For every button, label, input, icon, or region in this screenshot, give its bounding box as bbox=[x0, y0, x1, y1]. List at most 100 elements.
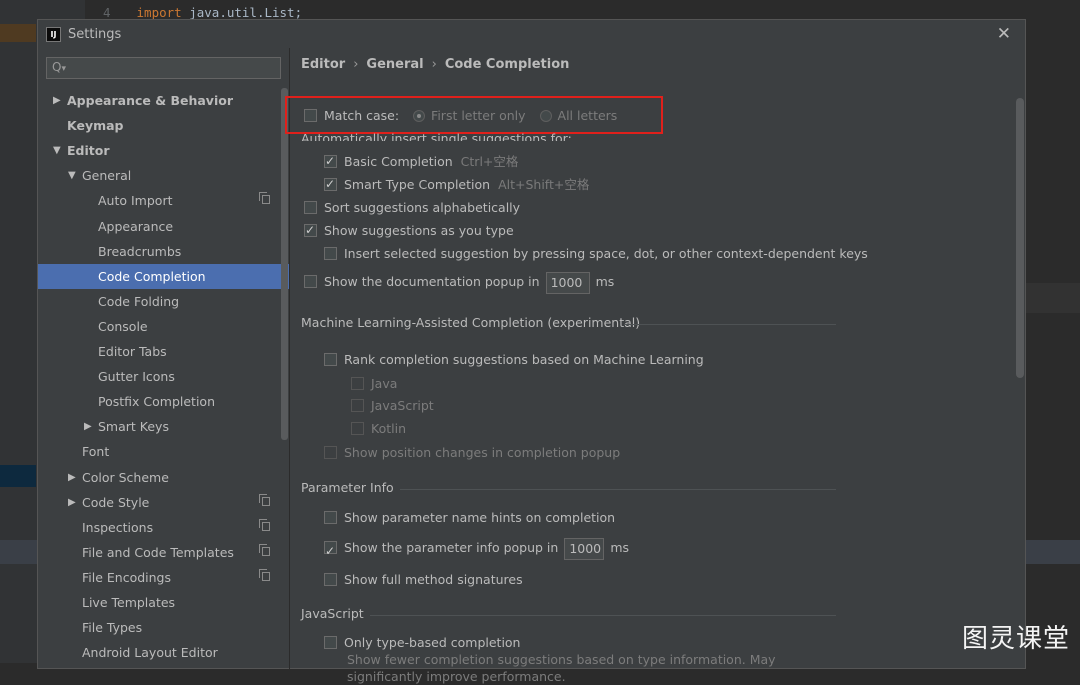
param-popup-checkbox[interactable] bbox=[324, 539, 337, 563]
tree-item-color-scheme[interactable]: ▶ Color Scheme bbox=[38, 465, 289, 490]
tree-item-keymap[interactable]: Keymap bbox=[38, 113, 289, 138]
tree-item-inspections[interactable]: Inspections bbox=[38, 515, 289, 540]
tree-item-general[interactable]: ▼ General bbox=[38, 163, 289, 188]
show-as-you-type-checkbox[interactable] bbox=[304, 222, 317, 239]
close-icon[interactable]: ✕ bbox=[997, 24, 1011, 44]
tree-item-breadcrumbs[interactable]: Breadcrumbs bbox=[38, 239, 289, 264]
tree-item-android-layout-editor[interactable]: Android Layout Editor bbox=[38, 640, 289, 665]
ml-java-label: Java bbox=[371, 376, 398, 391]
tree-item-label: Inspections bbox=[82, 519, 154, 535]
tree-item-editor-tabs[interactable]: Editor Tabs bbox=[38, 339, 289, 364]
expand-right-icon[interactable]: ▶ bbox=[53, 88, 61, 113]
ml-java-checkbox[interactable] bbox=[351, 377, 364, 390]
doc-popup-label: Show the documentation popup in bbox=[324, 274, 540, 289]
tree-item-appearance-behavior[interactable]: ▶ Appearance & Behavior bbox=[38, 88, 289, 113]
ml-rank-checkbox[interactable] bbox=[324, 353, 337, 366]
doc-popup-unit: ms bbox=[595, 274, 615, 289]
tree-item-code-folding[interactable]: Code Folding bbox=[38, 289, 289, 314]
first-letter-label: First letter only bbox=[431, 108, 526, 123]
ml-position-checkbox[interactable] bbox=[324, 446, 337, 459]
tree-item-label: Appearance & Behavior bbox=[67, 93, 233, 108]
basic-completion-checkbox[interactable] bbox=[324, 153, 337, 170]
tree-item-code-style[interactable]: ▶ Code Style bbox=[38, 490, 289, 515]
tree-item-editor[interactable]: ▼ Editor bbox=[38, 138, 289, 163]
expand-right-icon[interactable]: ▶ bbox=[68, 465, 76, 490]
tree-item-label: Editor Tabs bbox=[98, 344, 167, 359]
project-scope-icon bbox=[259, 493, 270, 506]
js-type-based-row: Only type-based completion bbox=[324, 634, 520, 651]
tree-item-auto-import[interactable]: Auto Import bbox=[38, 188, 289, 213]
ml-section-divider bbox=[624, 324, 836, 325]
all-letters-label: All letters bbox=[557, 108, 618, 123]
all-letters-radio[interactable] bbox=[539, 110, 552, 122]
expand-right-icon[interactable]: ▶ bbox=[84, 414, 92, 439]
basic-completion-row: Basic Completion Ctrl+空格 bbox=[324, 153, 518, 170]
project-scope-icon bbox=[259, 192, 270, 205]
first-letter-radio[interactable] bbox=[413, 110, 426, 122]
expand-down-icon[interactable]: ▼ bbox=[53, 138, 61, 163]
doc-popup-delay-input[interactable]: 1000 bbox=[545, 271, 590, 294]
ide-right-row bbox=[1026, 283, 1080, 313]
project-scope-icon bbox=[259, 543, 270, 556]
tree-scrollbar[interactable] bbox=[281, 88, 288, 440]
sort-alpha-checkbox[interactable] bbox=[304, 201, 317, 214]
ml-kotlin-checkbox[interactable] bbox=[351, 422, 364, 435]
breadcrumb-item-code-completion: Code Completion bbox=[444, 57, 570, 72]
expand-right-icon[interactable]: ▶ bbox=[68, 490, 76, 515]
breadcrumb-item-editor: Editor bbox=[301, 57, 346, 72]
ml-kotlin-label: Kotlin bbox=[371, 421, 406, 436]
basic-completion-label: Basic Completion bbox=[344, 154, 453, 169]
settings-content: Editor › General › Code Completion Match cas… bbox=[285, 48, 1027, 684]
tree-item-label: Auto Import bbox=[98, 193, 173, 209]
tree-item-label: Breadcrumbs bbox=[98, 243, 182, 259]
smart-type-shortcut: Alt+Shift+空格 bbox=[498, 177, 590, 192]
ide-highlight-row bbox=[0, 24, 36, 42]
insert-selected-checkbox[interactable] bbox=[324, 247, 337, 260]
param-popup-row: Show the parameter info popup in 1000 ms bbox=[324, 536, 629, 563]
tree-item-file-and-code-templates[interactable]: File and Code Templates bbox=[38, 540, 289, 565]
ide-gutter bbox=[37, 0, 85, 20]
tree-item-postfix-completion[interactable]: Postfix Completion bbox=[38, 389, 289, 414]
tree-item-code-completion[interactable]: Code Completion bbox=[38, 263, 289, 289]
tree-item-label: Console bbox=[98, 318, 148, 334]
param-popup-delay-input[interactable]: 1000 bbox=[564, 537, 605, 560]
tree-item-label: File and Code Templates bbox=[82, 544, 234, 560]
tree-item-file-encodings[interactable]: File Encodings bbox=[38, 565, 289, 590]
project-scope-icon bbox=[259, 568, 270, 581]
sort-alpha-row: Sort suggestions alphabetically bbox=[304, 199, 520, 216]
ml-kotlin-row: Kotlin bbox=[351, 420, 406, 437]
param-section-title: Parameter Info bbox=[301, 480, 394, 495]
ml-javascript-label: JavaScript bbox=[371, 398, 434, 413]
param-hints-checkbox[interactable] bbox=[324, 511, 337, 524]
tree-item-label: Color Scheme bbox=[82, 469, 169, 485]
tree-item-gutter-icons[interactable]: Gutter Icons bbox=[38, 364, 289, 389]
smart-type-checkbox[interactable] bbox=[324, 176, 337, 193]
tree-item-label: Appearance bbox=[98, 218, 174, 234]
expand-down-icon[interactable]: ▼ bbox=[68, 163, 76, 188]
tree-item-label: Editor bbox=[67, 143, 110, 159]
tree-item-file-types[interactable]: File Types bbox=[38, 615, 289, 640]
param-full-row: Show full method signatures bbox=[324, 571, 523, 588]
match-case-checkbox[interactable] bbox=[304, 109, 317, 122]
search-input[interactable]: Q▾ bbox=[46, 57, 281, 79]
ml-rank-row: Rank completion suggestions based on Mac… bbox=[324, 351, 704, 368]
doc-popup-checkbox[interactable] bbox=[304, 275, 317, 288]
ml-javascript-checkbox[interactable] bbox=[351, 399, 364, 412]
js-type-based-checkbox[interactable] bbox=[324, 636, 337, 649]
tree-item-live-templates[interactable]: Live Templates bbox=[38, 590, 289, 615]
basic-completion-shortcut: Ctrl+空格 bbox=[460, 154, 519, 169]
tree-item-font[interactable]: Font bbox=[38, 439, 289, 464]
param-full-label: Show full method signatures bbox=[344, 572, 523, 587]
content-scrollbar[interactable] bbox=[1016, 98, 1024, 378]
tree-item-console[interactable]: Console bbox=[38, 314, 289, 339]
tree-item-smart-keys[interactable]: ▶ Smart Keys bbox=[38, 414, 289, 439]
dialog-title: Settings bbox=[68, 27, 122, 42]
param-full-checkbox[interactable] bbox=[324, 573, 337, 586]
watermark: 图灵课堂 bbox=[961, 624, 1070, 654]
settings-dialog: IJ Settings ✕ Q▾ ▶ Appearance & Behavior K… bbox=[37, 19, 1026, 684]
param-hints-label: Show parameter name hints on completion bbox=[344, 510, 616, 525]
tree-item-appearance[interactable]: Appearance bbox=[38, 214, 289, 239]
tree-item-label: Postfix Completion bbox=[98, 394, 215, 410]
ml-position-label: Show position changes in completion popu… bbox=[344, 445, 621, 460]
tree-item-label: Code Completion bbox=[98, 268, 206, 284]
